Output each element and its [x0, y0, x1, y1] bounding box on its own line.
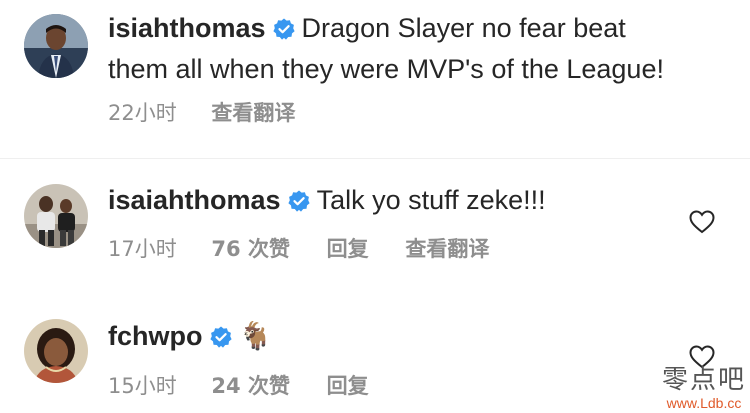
watermark-site-name: 零点吧	[661, 365, 746, 395]
like-count[interactable]: 76 次赞	[211, 237, 290, 261]
comment-meta: 17小时 76 次赞 回复 查看翻译	[108, 233, 519, 263]
instagram-comments-list: isiahthomas Dragon Slayer no fear beat th…	[0, 0, 750, 413]
watermark: 零点吧 www.Ldb.cc	[662, 365, 746, 411]
comment-text: fchwpo 🐐	[108, 317, 272, 358]
comment-timestamp[interactable]: 22小时	[108, 101, 177, 125]
divider	[0, 158, 750, 159]
verified-badge-icon	[209, 320, 232, 358]
avatar[interactable]	[24, 319, 88, 383]
username[interactable]: fchwpo	[108, 321, 203, 351]
see-translation-link[interactable]: 查看翻译	[211, 101, 295, 125]
like-heart-icon[interactable]	[689, 210, 715, 234]
avatar[interactable]	[24, 14, 88, 78]
reply-button[interactable]: 回复	[327, 237, 369, 261]
comment-body-line-1: Dragon Slayer no fear beat	[301, 13, 626, 43]
watermark-url: www.Ldb.cc	[666, 395, 742, 411]
comment-text: isiahthomas Dragon Slayer no fear beat th…	[108, 9, 664, 88]
avatar[interactable]	[24, 184, 88, 248]
comment-text: isaiahthomas Talk yo stuff zeke!!!	[108, 181, 546, 222]
comment-timestamp[interactable]: 17小时	[108, 237, 177, 261]
man-in-suit-avatar-icon	[24, 14, 88, 78]
username[interactable]: isaiahthomas	[108, 185, 281, 215]
woman-portrait-avatar-icon	[24, 319, 88, 383]
comment-meta: 22小时 查看翻译	[108, 97, 325, 127]
like-count[interactable]: 24 次赞	[211, 374, 290, 398]
see-translation-link[interactable]: 查看翻译	[405, 237, 489, 261]
username[interactable]: isiahthomas	[108, 13, 266, 43]
verified-badge-icon	[272, 12, 295, 50]
comment-body-line-2: them all when they were MVP's of the Lea…	[108, 54, 664, 84]
comment-body: Talk yo stuff zeke!!!	[316, 185, 546, 215]
goat-emoji: 🐐	[238, 321, 273, 351]
verified-badge-icon	[287, 184, 310, 222]
reply-button[interactable]: 回复	[327, 374, 369, 398]
comment-meta: 15小时 24 次赞 回复	[108, 370, 399, 400]
two-men-avatar-icon	[24, 184, 88, 248]
comment-timestamp[interactable]: 15小时	[108, 374, 177, 398]
